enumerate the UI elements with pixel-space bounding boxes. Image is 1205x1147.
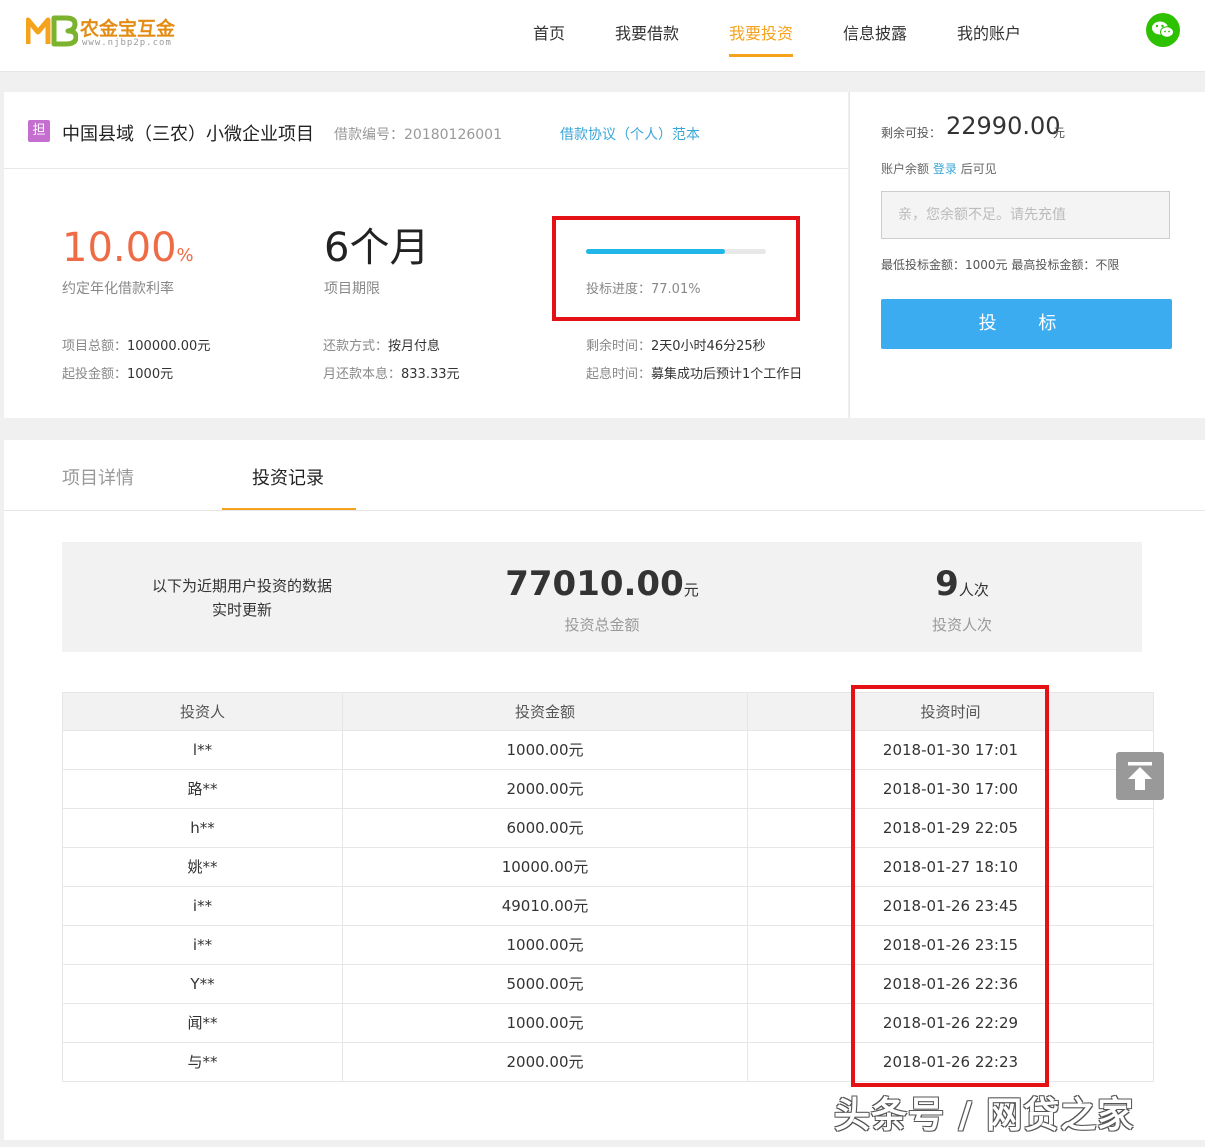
annual-rate-unit: % xyxy=(176,245,194,266)
arrow-up-icon xyxy=(1128,762,1152,790)
investor-count-value: 9 xyxy=(935,564,959,604)
back-to-top-button[interactable] xyxy=(1116,752,1164,800)
invest-panel: 剩余可投： 22990.00 元 账户余额 登录 后可见 亲，您余额不足。请先充… xyxy=(849,92,1205,418)
wechat-glyph-icon xyxy=(1152,21,1174,38)
project-title: 中国县域（三农）小微企业项目 xyxy=(62,124,314,145)
remaining-amount-value: 22990.00 xyxy=(946,112,1061,140)
nav-invest[interactable]: 我要投资 xyxy=(729,20,793,44)
repay-method-label: 还款方式： xyxy=(323,339,389,354)
remaining-amount-unit: 元 xyxy=(1053,126,1066,140)
total-invested: 77010.00元 xyxy=(422,564,782,604)
amount-cell: 2000.00元 xyxy=(343,770,748,808)
interest-start-value: 募集成功后预计1个工作日 xyxy=(651,367,803,382)
remaining-amount-label: 剩余可投： xyxy=(881,126,942,140)
interest-start-label: 起息时间： xyxy=(586,367,652,382)
nav-home[interactable]: 首页 xyxy=(533,20,565,44)
investor-cell: 姚** xyxy=(63,848,343,886)
nav-disclosure[interactable]: 信息披露 xyxy=(843,20,907,44)
tab-project-details[interactable]: 项目详情 xyxy=(62,464,134,490)
agreement-link[interactable]: 借款协议（个人）范本 xyxy=(560,124,700,144)
project-summary-card: 担 中国县域（三农）小微企业项目 借款编号：20180126001 借款协议（个… xyxy=(4,92,848,418)
investor-count-unit: 人次 xyxy=(958,581,989,599)
account-balance-suffix: 后可见 xyxy=(960,162,997,176)
amount-cell: 5000.00元 xyxy=(343,965,748,1003)
repay-method-value: 按月付息 xyxy=(388,339,441,354)
investor-cell: 闻** xyxy=(63,1004,343,1042)
loan-number: 借款编号：20180126001 xyxy=(334,127,502,143)
monthly-payment-label: 月还款本息： xyxy=(323,367,402,382)
total-invested-unit: 元 xyxy=(683,581,699,599)
project-total-label: 项目总额： xyxy=(62,339,128,354)
investor-count: 9人次 xyxy=(782,564,1142,604)
brand-domain: www.njbp2p.com xyxy=(82,38,172,48)
loan-term-label: 项目期限 xyxy=(324,281,380,297)
annual-rate-value: 10.00 xyxy=(62,225,177,271)
wechat-icon[interactable] xyxy=(1146,13,1180,47)
site-logo[interactable]: 农金宝互金 www.njbp2p.com xyxy=(26,12,196,52)
amount-cell: 10000.00元 xyxy=(343,848,748,886)
account-balance: 账户余额 登录 后可见 xyxy=(881,160,997,177)
repay-method: 还款方式：按月付息 xyxy=(323,335,440,354)
total-invested-label: 投资总金额 xyxy=(564,616,640,634)
nav-active-indicator xyxy=(729,54,793,57)
tabs-divider xyxy=(4,510,1205,511)
investor-cell: l** xyxy=(63,731,343,769)
min-invest-label: 起投金额： xyxy=(62,367,128,382)
loan-term: 6个月 xyxy=(324,225,430,271)
column-header-amount: 投资金额 xyxy=(343,693,748,731)
account-balance-prefix: 账户余额 xyxy=(881,162,930,176)
highlight-box-progress xyxy=(552,216,800,321)
brand-name: 农金宝互金 xyxy=(80,18,176,40)
investor-cell: i** xyxy=(63,887,343,925)
investor-cell: Y** xyxy=(63,965,343,1003)
nav-account[interactable]: 我的账户 xyxy=(957,20,1021,44)
summary-description-line2: 实时更新 xyxy=(211,601,272,619)
amount-cell: 1000.00元 xyxy=(343,926,748,964)
highlight-box-time-column xyxy=(851,685,1049,1087)
nav-borrow[interactable]: 我要借款 xyxy=(615,20,679,44)
monthly-payment: 月还款本息：833.33元 xyxy=(323,363,460,382)
amount-cell: 6000.00元 xyxy=(343,809,748,847)
investor-cell: i** xyxy=(63,926,343,964)
invest-button[interactable]: 投 标 xyxy=(881,299,1172,349)
remaining-time-value: 2天0小时46分25秒 xyxy=(651,339,766,354)
column-header-investor: 投资人 xyxy=(63,693,343,731)
remaining-time-label: 剩余时间： xyxy=(586,339,652,354)
project-total: 项目总额：100000.00元 xyxy=(62,335,210,354)
total-invested-value: 77010.00 xyxy=(505,564,684,604)
invest-amount-input[interactable]: 亲，您余额不足。请先充值 xyxy=(881,191,1170,239)
investor-cell: 路** xyxy=(63,770,343,808)
monthly-payment-value: 833.33元 xyxy=(401,367,460,382)
summary-description-line1: 以下为近期用户投资的数据 xyxy=(151,577,332,595)
tab-investment-records[interactable]: 投资记录 xyxy=(252,464,324,490)
amount-cell: 2000.00元 xyxy=(343,1043,748,1081)
interest-start: 起息时间：募集成功后预计1个工作日 xyxy=(586,363,802,382)
investment-summary: 以下为近期用户投资的数据 实时更新 77010.00元 投资总金额 9人次 投资… xyxy=(62,542,1142,652)
guarantee-badge: 担 xyxy=(28,120,50,142)
remaining-time: 剩余时间：2天0小时46分25秒 xyxy=(586,335,766,354)
annual-rate: 10.00% xyxy=(62,224,194,280)
invest-limit-text: 最低投标金额：1000元 最高投标金额：不限 xyxy=(881,258,1120,272)
investor-count-label: 投资人次 xyxy=(931,616,992,634)
card-divider xyxy=(4,168,848,169)
top-navigation-bar: 农金宝互金 www.njbp2p.com 首页 我要借款 我要投资 信息披露 我… xyxy=(0,0,1205,72)
min-invest-value: 1000元 xyxy=(127,367,174,382)
amount-cell: 49010.00元 xyxy=(343,887,748,925)
project-total-value: 100000.00元 xyxy=(127,339,211,354)
summary-description: 以下为近期用户投资的数据 实时更新 xyxy=(62,574,422,622)
logo-mark-icon xyxy=(26,15,78,47)
watermark-text: 头条号 / 网贷之家 xyxy=(834,1095,1135,1136)
login-link[interactable]: 登录 xyxy=(933,162,957,176)
annual-rate-label: 约定年化借款利率 xyxy=(62,281,174,297)
amount-cell: 1000.00元 xyxy=(343,1004,748,1042)
min-invest: 起投金额：1000元 xyxy=(62,363,173,382)
investor-cell: 与** xyxy=(63,1043,343,1081)
investment-records-card: 项目详情 投资记录 以下为近期用户投资的数据 实时更新 77010.00元 投资… xyxy=(4,440,1205,1140)
amount-cell: 1000.00元 xyxy=(343,731,748,769)
investor-cell: h** xyxy=(63,809,343,847)
